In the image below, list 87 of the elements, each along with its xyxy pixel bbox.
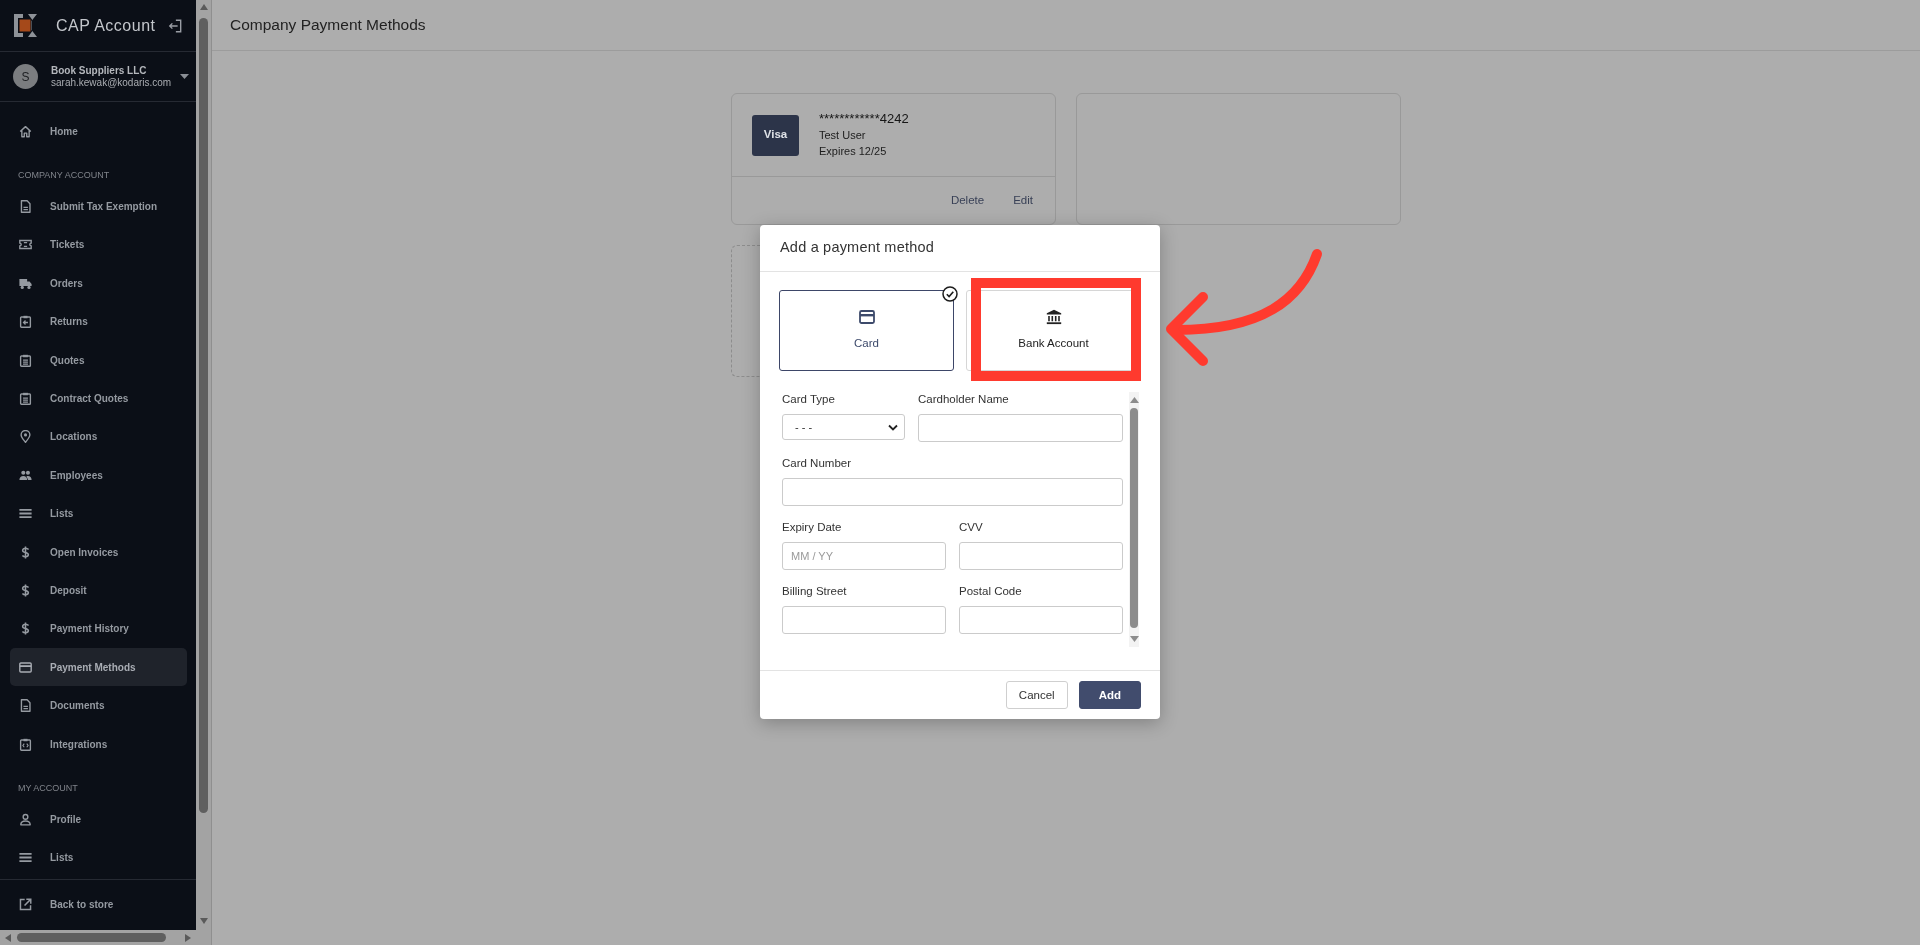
field-label: Postal Code — [959, 584, 1022, 598]
nav-link[interactable]: Quotes — [10, 340, 187, 380]
home-icon — [19, 124, 32, 138]
nav-link[interactable]: Payment Methods — [10, 648, 187, 687]
scroll-up-icon[interactable] — [1129, 397, 1139, 403]
text-field[interactable] — [782, 606, 946, 634]
nav-link[interactable]: Employees — [10, 456, 187, 495]
map-pin-icon — [19, 430, 32, 444]
scrollbar-thumb[interactable] — [1130, 408, 1138, 628]
dialog-title: Add a payment method — [780, 238, 934, 258]
card-action-link[interactable]: Edit — [1013, 191, 1033, 210]
nav-link[interactable]: Integrations — [10, 724, 187, 764]
logout-icon[interactable] — [168, 18, 182, 33]
scroll-down-icon[interactable] — [199, 918, 208, 924]
field-label: Card Type — [782, 392, 835, 406]
clipboard-icon — [19, 392, 32, 406]
horizontal-scrollbar[interactable] — [0, 930, 211, 945]
payment-type-option[interactable]: Card — [779, 290, 954, 371]
cardholder-name: Test User — [819, 128, 867, 143]
card-expiry: Expires 12/25 — [819, 144, 888, 159]
scrollbar-thumb[interactable] — [17, 933, 166, 942]
dollar-icon — [19, 622, 32, 636]
text-field[interactable]: MM / YY — [782, 542, 946, 570]
dollar-icon — [19, 545, 32, 559]
bank-icon — [1045, 308, 1062, 325]
nav-link[interactable]: Tickets — [10, 225, 187, 265]
field-label: Expiry Date — [782, 520, 842, 534]
user-email: sarah.kewak@kodaris.com — [51, 76, 172, 89]
nav-link[interactable]: Profile — [10, 800, 187, 839]
nav-link[interactable]: Returns — [10, 302, 187, 341]
nav-link[interactable]: Open Invoices — [10, 532, 187, 572]
scroll-left-icon[interactable] — [5, 933, 11, 942]
field-label: Card Number — [782, 456, 852, 470]
list-icon — [19, 851, 32, 865]
nav-link[interactable]: Lists — [10, 494, 187, 533]
document-icon — [19, 699, 32, 713]
external-link-icon — [19, 898, 32, 912]
dollar-icon — [19, 584, 32, 597]
nav-link[interactable]: Contract Quotes — [10, 379, 187, 418]
vertical-scrollbar[interactable] — [196, 0, 211, 930]
credit-card-icon — [19, 660, 32, 674]
field-label: Cardholder Name — [918, 392, 1009, 406]
field-label: CVV — [959, 520, 983, 534]
dropdown-select[interactable]: - - - — [782, 414, 905, 440]
list-icon — [19, 507, 32, 521]
company-name: Book Suppliers LLC — [51, 64, 148, 77]
field-label: Billing Street — [782, 584, 847, 598]
ticket-icon — [19, 238, 32, 252]
text-field[interactable] — [782, 478, 1123, 506]
caret-down-icon[interactable] — [180, 74, 189, 79]
page-title: Company Payment Methods — [230, 15, 426, 36]
card-action-link[interactable]: Delete — [950, 191, 985, 210]
logo-icon — [14, 14, 37, 37]
section-heading: MY ACCOUNT — [17, 782, 78, 796]
code-box-icon — [19, 737, 32, 751]
truck-icon — [19, 276, 32, 290]
card-number: ************4242 — [819, 111, 909, 127]
credit-card-icon — [858, 308, 875, 325]
nav-link[interactable]: Payment History — [10, 609, 187, 649]
nav-link[interactable]: Orders — [10, 264, 187, 303]
nav-link[interactable]: Back to store — [10, 885, 187, 925]
card-brand-label: Visa — [752, 114, 799, 156]
chevron-down-icon — [888, 423, 898, 431]
nav-link[interactable]: Lists — [10, 838, 187, 878]
scroll-down-icon[interactable] — [1129, 636, 1139, 642]
document-icon — [19, 200, 32, 214]
check-circle-icon — [942, 286, 958, 302]
scroll-right-icon[interactable] — [185, 933, 191, 942]
scrollbar-thumb[interactable] — [199, 18, 208, 813]
text-field[interactable] — [918, 414, 1123, 442]
person-icon — [19, 812, 32, 826]
nav-link[interactable]: Deposit — [10, 571, 187, 610]
avatar: S — [13, 64, 38, 89]
form-scrollbar[interactable] — [1129, 392, 1139, 647]
app-title: CAP Account — [56, 15, 156, 36]
text-field[interactable] — [959, 606, 1123, 634]
section-heading: COMPANY ACCOUNT — [17, 169, 110, 183]
nav-link[interactable]: Documents — [10, 686, 187, 725]
cancel-button[interactable]: Cancel — [1005, 681, 1068, 709]
nav-link[interactable]: Locations — [10, 417, 187, 457]
nav-link[interactable]: Home — [10, 112, 187, 151]
submit-button[interactable]: Add — [1078, 681, 1141, 709]
clipboard-icon — [19, 353, 32, 367]
people-icon — [19, 468, 32, 482]
nav-link[interactable]: Submit Tax Exemption — [10, 187, 187, 226]
text-field[interactable] — [959, 542, 1123, 570]
scroll-up-icon[interactable] — [199, 4, 208, 10]
